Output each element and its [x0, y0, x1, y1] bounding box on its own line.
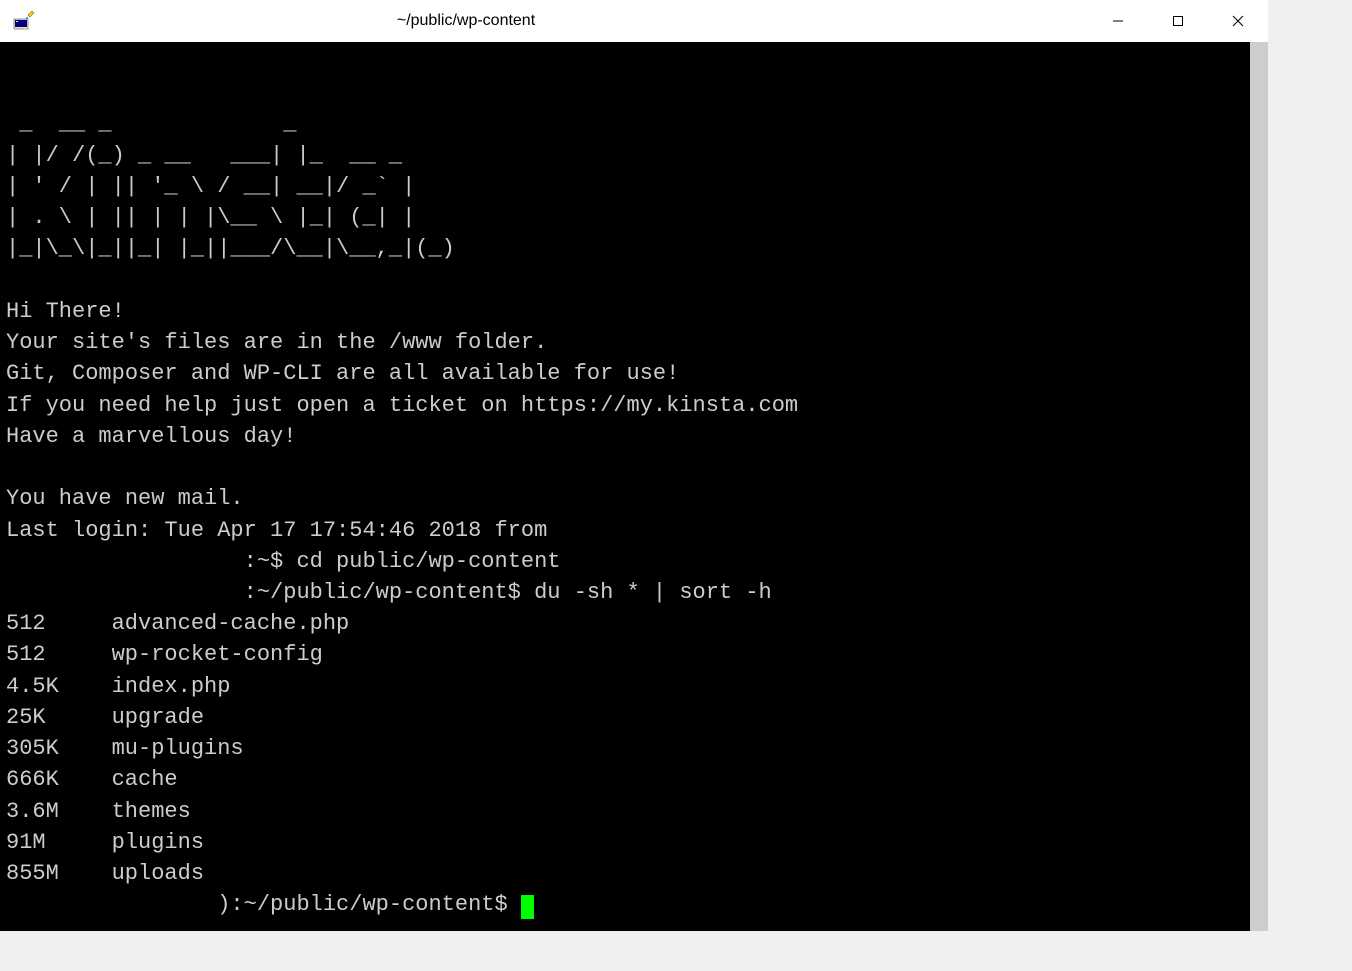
scrollbar-thumb[interactable]	[1250, 42, 1268, 931]
file-size: 3.6M	[6, 796, 112, 827]
du-row: 666Kcache	[6, 764, 1244, 795]
file-size: 855M	[6, 858, 112, 889]
du-row: 25Kupgrade	[6, 702, 1244, 733]
du-row: 91Mplugins	[6, 827, 1244, 858]
file-size: 305K	[6, 733, 112, 764]
terminal-container: _ __ _ _ | |/ /(_) _ __ ___| |_ __ _ | '…	[0, 42, 1268, 931]
file-name: themes	[112, 796, 191, 827]
file-size: 666K	[6, 764, 112, 795]
mail-notice: You have new mail.	[6, 486, 244, 511]
file-name: wp-rocket-config	[112, 639, 323, 670]
file-name: upgrade	[112, 702, 204, 733]
shell-prompt: :~$	[244, 549, 297, 574]
terminal-window: ~/public/wp-content _ __ _ _ | |/ /(_) _…	[0, 0, 1268, 931]
window-controls	[1088, 0, 1268, 42]
du-row: 512wp-rocket-config	[6, 639, 1244, 670]
du-output-list: 512advanced-cache.php512wp-rocket-config…	[6, 608, 1244, 889]
file-size: 512	[6, 639, 112, 670]
file-name: advanced-cache.php	[112, 608, 350, 639]
motd-line: Have a marvellous day!	[6, 424, 296, 449]
prompt-indent	[6, 892, 217, 917]
last-login: Last login: Tue Apr 17 17:54:46 2018 fro…	[6, 518, 547, 543]
du-row: 512advanced-cache.php	[6, 608, 1244, 639]
maximize-button[interactable]	[1148, 0, 1208, 42]
terminal-cursor	[521, 895, 534, 919]
file-size: 91M	[6, 827, 112, 858]
file-name: plugins	[112, 827, 204, 858]
titlebar[interactable]: ~/public/wp-content	[0, 0, 1268, 42]
file-name: uploads	[112, 858, 204, 889]
file-size: 4.5K	[6, 671, 112, 702]
prompt-indent	[6, 580, 244, 605]
du-row: 855Muploads	[6, 858, 1244, 889]
command-text: du -sh * | sort -h	[534, 580, 772, 605]
motd-line: If you need help just open a ticket on h…	[6, 393, 798, 418]
motd-line: Your site's files are in the /www folder…	[6, 330, 547, 355]
du-row: 305Kmu-plugins	[6, 733, 1244, 764]
minimize-button[interactable]	[1088, 0, 1148, 42]
ascii-art-banner: _ __ _ _ | |/ /(_) _ __ ___| |_ __ _ | '…	[6, 111, 455, 261]
shell-prompt: ):~/public/wp-content$	[217, 892, 521, 917]
du-row: 4.5Kindex.php	[6, 671, 1244, 702]
prompt-indent	[6, 549, 244, 574]
terminal-output[interactable]: _ __ _ _ | |/ /(_) _ __ ___| |_ __ _ | '…	[0, 42, 1250, 931]
close-button[interactable]	[1208, 0, 1268, 42]
command-text: cd public/wp-content	[296, 549, 560, 574]
motd-line: Hi There!	[6, 299, 125, 324]
file-size: 25K	[6, 702, 112, 733]
shell-prompt: :~/public/wp-content$	[244, 580, 534, 605]
file-name: mu-plugins	[112, 733, 244, 764]
file-name: cache	[112, 764, 178, 795]
window-title: ~/public/wp-content	[0, 12, 1088, 30]
du-row: 3.6Mthemes	[6, 796, 1244, 827]
file-size: 512	[6, 608, 112, 639]
motd-line: Git, Composer and WP-CLI are all availab…	[6, 361, 679, 386]
vertical-scrollbar[interactable]	[1250, 42, 1268, 931]
file-name: index.php	[112, 671, 231, 702]
